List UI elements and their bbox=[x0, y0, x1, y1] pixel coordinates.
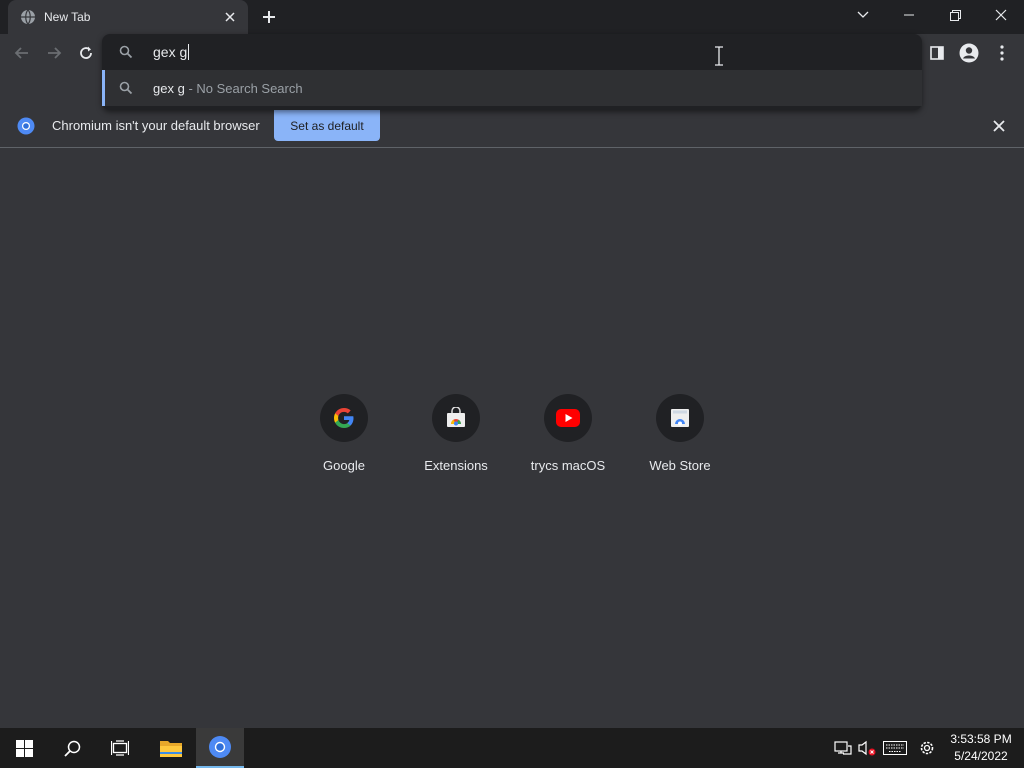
shortcut-web-store[interactable]: Web Store bbox=[624, 394, 736, 494]
arrow-left-icon bbox=[14, 47, 28, 59]
taskbar: 3:53:58 PM 5/24/2022 bbox=[0, 728, 1024, 768]
avatar-icon bbox=[959, 43, 979, 63]
arrow-right-icon bbox=[48, 47, 62, 59]
default-browser-infobar: Chromium isn't your default browser Set … bbox=[0, 110, 1024, 148]
close-window-button[interactable] bbox=[978, 0, 1024, 30]
chromium-taskbar-button[interactable] bbox=[196, 728, 244, 768]
volume-muted-icon[interactable] bbox=[856, 738, 878, 758]
chevron-down-icon bbox=[857, 11, 869, 18]
web-store-icon bbox=[671, 409, 689, 427]
restore-icon bbox=[949, 9, 961, 21]
shortcut-label: Google bbox=[323, 458, 365, 473]
shortcut-trycs-macos[interactable]: trycs macOS bbox=[512, 394, 624, 494]
system-clock[interactable]: 3:53:58 PM 5/24/2022 bbox=[944, 731, 1018, 765]
tab-search-button[interactable] bbox=[840, 0, 886, 30]
back-button[interactable] bbox=[9, 40, 35, 66]
shortcut-icon-wrap bbox=[432, 394, 480, 442]
shortcut-icon-wrap bbox=[656, 394, 704, 442]
start-button[interactable] bbox=[0, 728, 48, 768]
task-view-icon bbox=[111, 740, 129, 756]
text-caret bbox=[188, 44, 190, 60]
restore-button[interactable] bbox=[932, 0, 978, 30]
tab-close-icon[interactable] bbox=[222, 9, 238, 25]
side-panel-icon bbox=[930, 46, 944, 60]
omnibox-popup: gex g gex g - No Search Search bbox=[102, 34, 922, 110]
profile-button[interactable] bbox=[956, 40, 982, 66]
settings-gear-icon[interactable] bbox=[916, 738, 938, 758]
reload-button[interactable] bbox=[73, 40, 99, 66]
shortcut-label: trycs macOS bbox=[530, 458, 606, 473]
taskbar-search-button[interactable] bbox=[48, 728, 96, 768]
plus-icon bbox=[263, 11, 275, 23]
extensions-icon bbox=[447, 407, 465, 427]
suggestion-description: - No Search Search bbox=[188, 81, 303, 96]
shortcut-google[interactable]: Google bbox=[288, 394, 400, 494]
google-icon bbox=[334, 408, 354, 428]
shortcut-icon-wrap bbox=[544, 394, 592, 442]
clock-date: 5/24/2022 bbox=[954, 749, 1008, 763]
infobar-close-icon[interactable] bbox=[990, 117, 1008, 135]
forward-button[interactable] bbox=[41, 40, 67, 66]
side-panel-button[interactable] bbox=[924, 40, 950, 66]
shortcut-extensions[interactable]: Extensions bbox=[400, 394, 512, 494]
search-icon bbox=[119, 81, 133, 95]
windows-logo-icon bbox=[15, 739, 33, 757]
tab-title: New Tab bbox=[44, 10, 91, 24]
ntp-shortcuts: Google Extensions trycs macOS Web Store bbox=[288, 394, 736, 494]
text-cursor-icon bbox=[715, 46, 723, 66]
shortcut-label: Web Store bbox=[649, 458, 711, 473]
file-explorer-button[interactable] bbox=[147, 728, 195, 768]
omnibox-suggestion[interactable]: gex g - No Search Search bbox=[102, 70, 922, 106]
minimize-button[interactable] bbox=[886, 0, 932, 30]
suggestion-query: gex g bbox=[153, 81, 185, 96]
search-icon bbox=[63, 740, 80, 757]
network-icon[interactable] bbox=[832, 738, 854, 758]
minimize-icon bbox=[904, 14, 914, 16]
keyboard-icon[interactable] bbox=[882, 738, 908, 758]
omnibox-value: gex g bbox=[153, 44, 188, 60]
close-icon bbox=[995, 9, 1007, 21]
new-tab-button[interactable] bbox=[258, 6, 280, 28]
clock-time: 3:53:58 PM bbox=[950, 732, 1012, 746]
search-icon bbox=[119, 45, 133, 59]
task-view-button[interactable] bbox=[96, 728, 144, 768]
suggestion-text: gex g - No Search Search bbox=[153, 81, 303, 96]
chromium-icon bbox=[209, 736, 231, 758]
omnibox-input[interactable]: gex g bbox=[102, 34, 922, 70]
folder-icon bbox=[160, 741, 182, 757]
tab-new-tab[interactable]: New Tab bbox=[8, 0, 248, 34]
shortcut-label: Extensions bbox=[424, 458, 488, 473]
omnibox-text-wrap: gex g bbox=[153, 44, 190, 60]
globe-icon bbox=[20, 9, 36, 25]
chromium-logo-icon bbox=[17, 117, 35, 135]
shortcut-icon-wrap bbox=[320, 394, 368, 442]
infobar-message: Chromium isn't your default browser bbox=[52, 118, 260, 133]
youtube-icon bbox=[556, 409, 580, 427]
menu-button[interactable] bbox=[989, 40, 1015, 66]
more-vert-icon bbox=[1000, 45, 1004, 61]
reload-icon bbox=[80, 46, 92, 59]
tab-strip: New Tab bbox=[0, 0, 1024, 34]
suggestion-selection-bar bbox=[102, 70, 105, 106]
set-as-default-button[interactable]: Set as default bbox=[274, 110, 380, 141]
